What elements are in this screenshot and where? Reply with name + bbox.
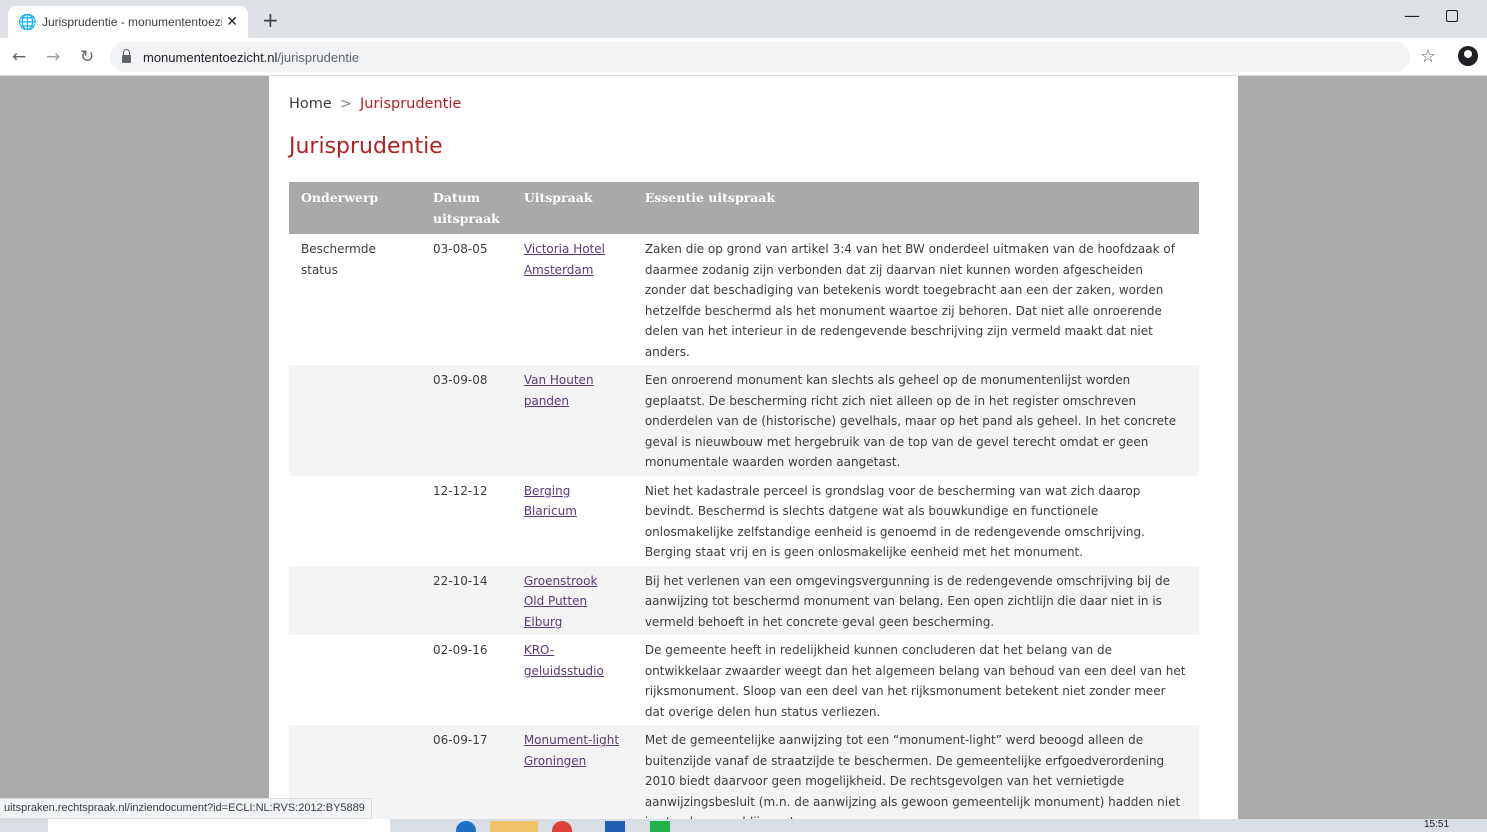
ruling-link[interactable]: KRO-geluidsstudio bbox=[524, 643, 604, 678]
cell-ruling: Monument-light Groningen bbox=[511, 725, 633, 832]
browser-tab[interactable]: 🌐 Jurisprudentie - monumententoezicht ✕ bbox=[8, 6, 248, 38]
ruling-link[interactable]: Groenstrook Old Putten Elburg bbox=[524, 574, 598, 629]
table-row: 22-10-14 Groenstrook Old Putten Elburg B… bbox=[289, 565, 1199, 635]
page-content: Home > Jurisprudentie Jurisprudentie Onder… bbox=[269, 76, 1238, 832]
tab-bar: 🌐 Jurisprudentie - monumententoezicht ✕ … bbox=[0, 0, 1487, 38]
close-tab-icon[interactable]: ✕ bbox=[226, 14, 238, 30]
cell-date: 06-09-17 bbox=[421, 725, 512, 832]
status-bar-url: uitspraken.rechtspraak.nl/inziendocument… bbox=[0, 798, 372, 819]
cell-ruling: Berging Blaricum bbox=[512, 476, 633, 566]
cell-ruling: Victoria Hotel Amsterdam bbox=[512, 234, 633, 365]
cell-subject bbox=[289, 365, 421, 476]
address-bar: ← → ↻ monumententoezicht.nl/jurisprudent… bbox=[0, 38, 1487, 76]
breadcrumb-current: Jurisprudentie bbox=[359, 96, 462, 112]
url-field[interactable]: monumententoezicht.nl/jurisprudentie bbox=[110, 42, 1410, 72]
cell-essence: Zaken die op grond van artikel 3:4 van h… bbox=[644, 242, 1175, 359]
table-row: 06-09-17 Monument-light Groningen Met de… bbox=[289, 725, 1199, 832]
taskbar: 15:51 bbox=[0, 819, 1487, 832]
page-title: Jurisprudentie bbox=[289, 134, 443, 159]
cell-subject: Beschermde status bbox=[301, 242, 376, 277]
breadcrumb: Home > Jurisprudentie bbox=[289, 96, 461, 112]
essence-text: Met de gemeentelijke aanwijzing tot een … bbox=[644, 733, 1181, 829]
cell-date: 22-10-14 bbox=[421, 565, 512, 635]
lock-icon bbox=[122, 49, 131, 63]
cell-ruling: Groenstrook Old Putten Elburg bbox=[511, 565, 633, 635]
cell-subject bbox=[289, 565, 421, 635]
back-arrow-icon[interactable]: ← bbox=[12, 47, 26, 67]
new-tab-button[interactable]: + bbox=[262, 8, 279, 32]
maximize-icon[interactable] bbox=[1446, 10, 1458, 22]
header-essence: Essentie uitspraak bbox=[632, 182, 1199, 234]
cell-essence: Een onroerend monument kan slechts als g… bbox=[632, 365, 1199, 476]
cell-ruling: Van Houten panden bbox=[511, 365, 633, 476]
header-date: Datum uitspraak bbox=[421, 182, 512, 234]
url-path: /jurisprudentie bbox=[277, 49, 360, 65]
cell-essence: Niet het kadastrale perceel is grondslag… bbox=[644, 483, 1145, 560]
minimize-icon[interactable]: — bbox=[1404, 6, 1420, 25]
bookmark-star-icon[interactable]: ☆ bbox=[1420, 46, 1436, 67]
ruling-link[interactable]: Victoria Hotel Amsterdam bbox=[524, 242, 605, 277]
cell-date: 03-09-08 bbox=[421, 365, 512, 476]
ruling-link[interactable]: Berging Blaricum bbox=[524, 484, 577, 519]
cell-ruling: KRO-geluidsstudio bbox=[512, 635, 633, 725]
chrome-icon[interactable] bbox=[552, 821, 572, 832]
url-domain: monumententoezicht.nl bbox=[143, 49, 278, 65]
header-ruling: Uitspraak bbox=[511, 182, 633, 234]
cell-essence: Met de gemeentelijke aanwijzing tot een … bbox=[632, 725, 1199, 832]
cell-date: 02-09-16 bbox=[433, 643, 488, 657]
table-row: Beschermde status 03-08-05 Victoria Hote… bbox=[289, 234, 1199, 365]
url-text: monumententoezicht.nl/jurisprudentie bbox=[143, 50, 359, 65]
cell-essence: De gemeente heeft in redelijkheid kunnen… bbox=[644, 643, 1186, 719]
table-header-row: Onderwerp Datum uitspraak Uitspraak Esse… bbox=[289, 182, 1199, 234]
profile-icon[interactable] bbox=[1458, 46, 1478, 66]
cell-subject bbox=[289, 476, 421, 566]
cell-essence: Bij het verlenen van een omgevingsvergun… bbox=[632, 565, 1199, 635]
reload-icon[interactable]: ↻ bbox=[80, 47, 94, 67]
table-row: 03-09-08 Van Houten panden Een onroerend… bbox=[289, 365, 1199, 476]
forward-arrow-icon[interactable]: → bbox=[46, 47, 60, 67]
cell-date: 12-12-12 bbox=[433, 483, 488, 498]
header-subject: Onderwerp bbox=[289, 182, 421, 234]
globe-icon: 🌐 bbox=[18, 13, 37, 31]
file-explorer-icon[interactable] bbox=[490, 821, 538, 832]
taskbar-search-box[interactable] bbox=[48, 819, 390, 832]
ruling-link[interactable]: Monument-light Groningen bbox=[524, 733, 619, 768]
breadcrumb-home-link[interactable]: Home bbox=[289, 96, 332, 112]
cell-subject bbox=[289, 635, 421, 725]
jurisprudence-table: Onderwerp Datum uitspraak Uitspraak Esse… bbox=[289, 182, 1199, 832]
word-icon[interactable] bbox=[605, 821, 625, 832]
table-row: 12-12-12 Berging Blaricum Niet het kadas… bbox=[289, 476, 1199, 566]
table-row: 02-09-16 KRO-geluidsstudio De gemeente h… bbox=[289, 635, 1199, 725]
edge-icon[interactable] bbox=[456, 821, 476, 832]
breadcrumb-separator: > bbox=[339, 96, 352, 112]
app-icon[interactable] bbox=[650, 821, 670, 832]
clock: 15:51 bbox=[1424, 819, 1450, 830]
tab-title: Jurisprudentie - monumententoezicht bbox=[42, 15, 222, 29]
cell-date: 03-08-05 bbox=[433, 242, 488, 256]
ruling-link[interactable]: Van Houten panden bbox=[524, 373, 594, 408]
